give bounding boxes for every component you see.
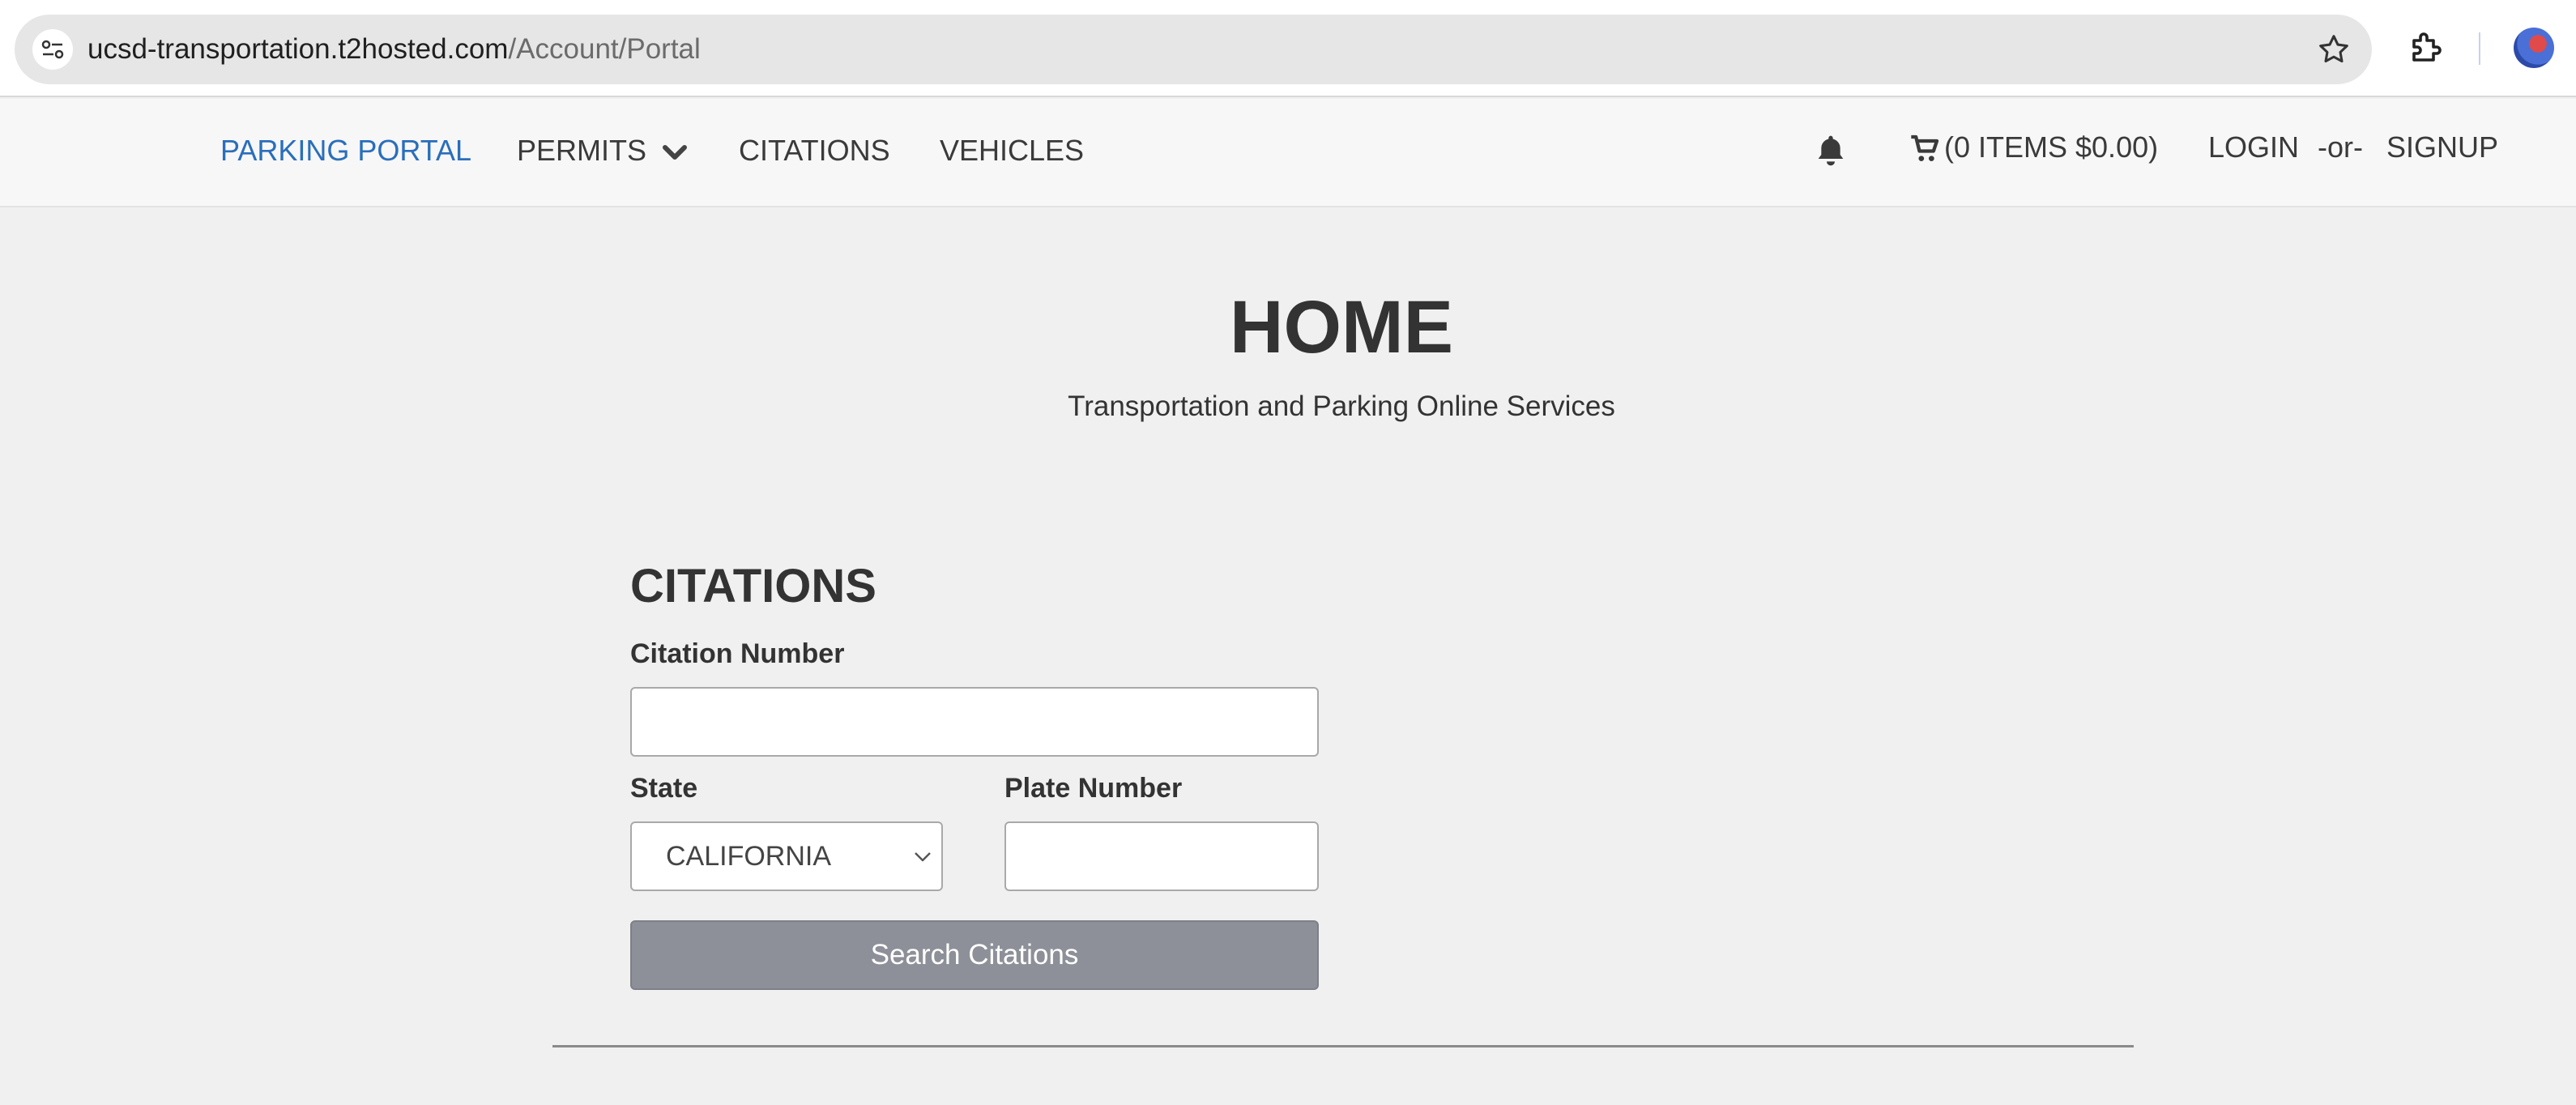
citations-heading: CITATIONS	[630, 560, 876, 612]
state-select[interactable]: CALIFORNIA	[630, 821, 943, 891]
signup-link[interactable]: SIGNUP	[2386, 99, 2498, 207]
url-text[interactable]: ucsd-transportation.t2hosted.com/Account…	[87, 15, 701, 84]
nav-parking-portal[interactable]: PARKING PORTAL	[220, 99, 471, 207]
chevron-down-icon	[915, 852, 931, 862]
profile-avatar[interactable]	[2514, 28, 2554, 68]
cart-summary[interactable]: (0 ITEMS $0.00)	[1944, 99, 2158, 207]
page-subtitle: Transportation and Parking Online Servic…	[1068, 390, 1615, 422]
bookmark-star-icon[interactable]	[2315, 31, 2352, 72]
login-link[interactable]: LOGIN	[2208, 99, 2299, 207]
toolbar-divider	[2479, 32, 2480, 65]
citation-number-label: Citation Number	[630, 638, 845, 669]
state-label: State	[630, 773, 698, 804]
cart-icon[interactable]	[1909, 133, 1941, 169]
address-bar[interactable]: ucsd-transportation.t2hosted.com/Account…	[15, 15, 2372, 84]
nav-permits[interactable]: PERMITS	[517, 99, 688, 207]
extensions-icon[interactable]	[2406, 29, 2445, 72]
plate-number-input[interactable]	[1004, 821, 1319, 891]
nav-permits-label: PERMITS	[517, 134, 647, 167]
citation-number-input[interactable]	[630, 687, 1319, 757]
page-title-wrap: HOME	[0, 285, 2576, 370]
browser-toolbar: ucsd-transportation.t2hosted.com/Account…	[0, 0, 2576, 97]
state-selected-value: CALIFORNIA	[666, 841, 832, 872]
chevron-down-icon	[663, 145, 688, 160]
plate-number-label: Plate Number	[1004, 773, 1183, 804]
nav-vehicles[interactable]: VEHICLES	[940, 99, 1084, 207]
page-title: HOME	[1230, 286, 1453, 369]
nav-citations[interactable]: CITATIONS	[739, 99, 890, 207]
url-path: /Account/Portal	[508, 33, 701, 65]
site-settings-icon[interactable]	[32, 29, 73, 70]
url-host: ucsd-transportation.t2hosted.com	[87, 33, 509, 65]
site-navbar: PARKING PORTAL PERMITS CITATIONS VEHICLE…	[0, 99, 2576, 207]
section-divider	[552, 1045, 2134, 1047]
search-citations-button[interactable]: Search Citations	[630, 920, 1319, 990]
or-separator: -or-	[2318, 130, 2363, 164]
bell-icon[interactable]	[1815, 133, 1847, 173]
